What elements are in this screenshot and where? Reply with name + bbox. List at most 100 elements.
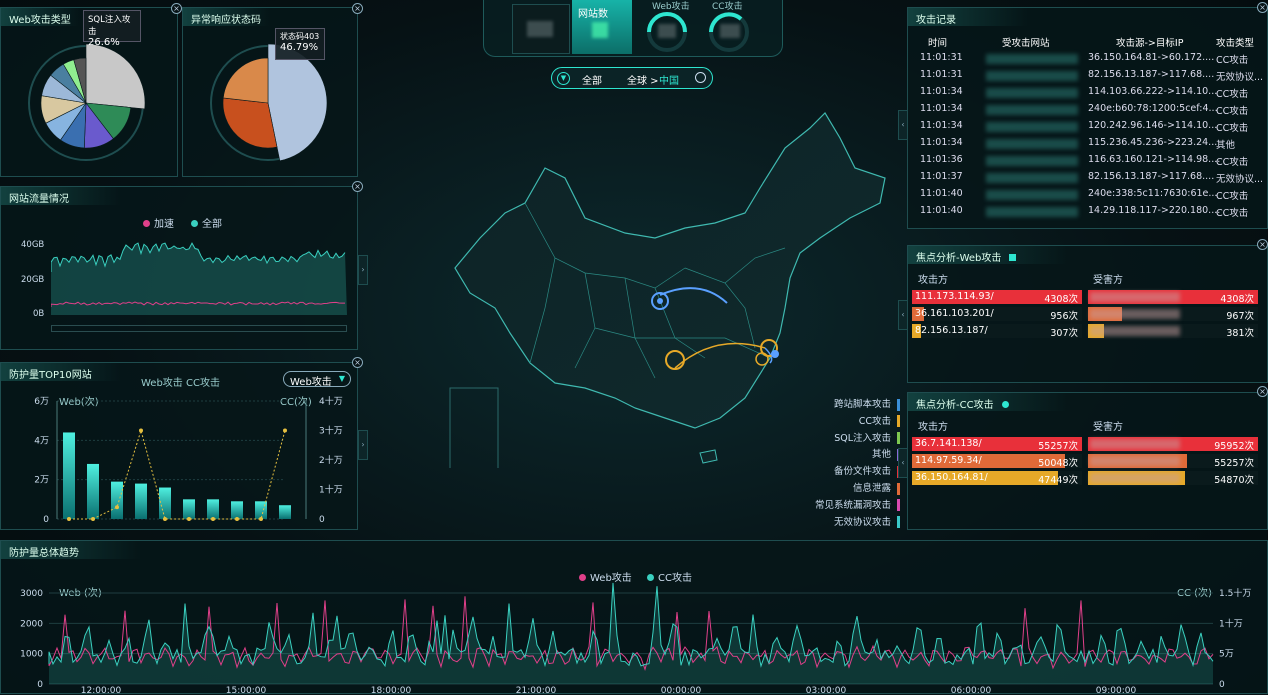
close-icon[interactable]: ×	[171, 3, 182, 14]
cc-point	[283, 429, 287, 433]
bar	[279, 505, 291, 519]
region-global[interactable]: 全球 >	[627, 72, 659, 87]
top10-panel: 防护量TOP10网站 Web攻击 CC攻击 Web攻击 ▼ Web(次) CC(…	[0, 362, 358, 530]
victim-row[interactable]: 4308次	[1088, 290, 1258, 304]
tooltip-name: 状态码403	[280, 31, 320, 42]
victim-row[interactable]: 381次	[1088, 324, 1258, 338]
search-icon[interactable]	[695, 72, 706, 83]
region-all[interactable]: 全部	[582, 72, 602, 87]
close-icon[interactable]: ×	[352, 181, 363, 192]
close-icon[interactable]: ×	[352, 3, 363, 14]
pie-tooltip: 状态码403 46.79%	[275, 28, 325, 60]
cc-point	[163, 517, 167, 521]
table-row[interactable]: 11:01:31 36.150.164.81->60.172.... CC攻击	[908, 52, 1267, 68]
legend-item[interactable]: 信息泄露	[853, 480, 900, 495]
hainan	[700, 450, 717, 463]
site-count-tab[interactable]: 网站数	[572, 0, 632, 54]
bar	[255, 501, 267, 519]
status-code-pie	[183, 8, 359, 178]
left-tick: 2万	[34, 476, 49, 486]
attacker-row[interactable]: 114.97.59.34/50048次	[912, 454, 1082, 468]
cc-point	[259, 517, 263, 521]
bar	[231, 501, 243, 519]
table-row[interactable]: 11:01:34 240e:b60:78:1200:5cef:4... CC攻击	[908, 103, 1267, 119]
left-tick: 4万	[34, 436, 49, 446]
web-attack-gauge[interactable]: Web攻击	[636, 0, 698, 54]
y-tick: 20GB	[21, 275, 44, 285]
table-row[interactable]: 11:01:36 116.63.160.121->114.98.... CC攻击	[908, 154, 1267, 170]
table-row[interactable]: 11:01:34 120.242.96.146->114.10... CC攻击	[908, 120, 1267, 136]
cc-attack-gauge[interactable]: CC攻击	[702, 0, 764, 54]
site-count-card[interactable]	[512, 4, 570, 54]
attacker-row[interactable]: 82.156.13.187/307次	[912, 324, 1082, 338]
right-tick: 0	[1219, 680, 1225, 690]
legend-item[interactable]: CC攻击	[859, 413, 900, 428]
left-tick: 1000	[20, 650, 43, 660]
focus-web-panel: 焦点分析-Web攻击 攻击方 受害方 111.173.114.93/4308次 4…	[907, 245, 1268, 383]
expand-tab[interactable]: ›	[358, 255, 368, 285]
bar	[63, 432, 75, 519]
left-tick: 0	[43, 515, 49, 525]
victim-row[interactable]: 55257次	[1088, 454, 1258, 468]
cc-point	[115, 505, 119, 509]
legend-item[interactable]: SQL注入攻击	[834, 430, 900, 445]
legend-item[interactable]: 备份文件攻击	[834, 463, 900, 478]
region-china[interactable]: 中国	[659, 72, 679, 87]
table-row[interactable]: 11:01:31 82.156.13.187->117.68.... 无效协议...	[908, 69, 1267, 85]
bar	[87, 464, 99, 519]
attacker-row[interactable]: 36.7.141.138/55257次	[912, 437, 1082, 451]
panel-title: 网站流量情况	[1, 187, 121, 205]
table-row[interactable]: 11:01:40 240e:338:5c11:7630:61e... CC攻击	[908, 188, 1267, 204]
cc-point	[211, 517, 215, 521]
tooltip-name: SQL注入攻击	[88, 13, 136, 37]
close-icon[interactable]: ×	[1257, 2, 1268, 13]
header-type: 攻击类型	[1216, 35, 1254, 49]
tooltip-pct: 26.6%	[88, 37, 136, 48]
header-ip: 攻击源->目标IP	[1116, 35, 1183, 49]
south-china-sea-inset	[450, 388, 498, 468]
expand-tab[interactable]: ›	[358, 430, 368, 460]
bar	[111, 482, 123, 519]
close-icon[interactable]: ×	[1257, 239, 1268, 250]
table-row[interactable]: 11:01:37 82.156.13.187->117.68.... 无效协议...	[908, 171, 1267, 187]
right-tick: 1.5十万	[1219, 587, 1251, 599]
trend-chart: 30002000100001.5十万1十万5万012:00:00 15:00:00…	[1, 541, 1268, 695]
legend-item[interactable]: 常见系统漏洞攻击	[815, 497, 900, 512]
legend-item[interactable]: 跨站脚本攻击	[834, 396, 900, 411]
legend-item[interactable]: 其他	[872, 446, 900, 461]
cc-area	[49, 583, 1213, 684]
left-tick: 0	[37, 680, 43, 690]
attacker-row[interactable]: 111.173.114.93/4308次	[912, 290, 1082, 304]
y-tick: 0B	[33, 309, 44, 319]
table-row[interactable]: 11:01:34 115.236.45.236->223.24... 其他	[908, 137, 1267, 153]
cc-point	[67, 517, 71, 521]
trend-panel: 防护量总体趋势 Web攻击 CC攻击 Web (次) CC (次) 3000 20…	[0, 540, 1268, 694]
close-icon[interactable]: ×	[352, 357, 363, 368]
traffic-scrollbar[interactable]	[51, 325, 347, 332]
victim-row[interactable]: 95952次	[1088, 437, 1258, 451]
legend-item[interactable]: 无效协议攻击	[834, 514, 900, 529]
cc-line	[69, 431, 285, 520]
table-row[interactable]: 11:01:40 14.29.118.117->220.180.... CC攻击	[908, 205, 1267, 221]
status-code-panel: 异常响应状态码 状态码403 46.79%	[182, 7, 358, 177]
panel-title: 焦点分析-Web攻击	[908, 246, 1068, 264]
table-row[interactable]: 11:01:34 114.103.66.222->114.10... CC攻击	[908, 86, 1267, 102]
attacker-row[interactable]: 36.161.103.201/956次	[912, 307, 1082, 321]
site-count-label: 网站数	[578, 5, 608, 20]
attacker-row[interactable]: 36.150.164.81/47449次	[912, 471, 1082, 485]
cc-point	[91, 517, 95, 521]
region-selector[interactable]: ▼ 全部 全球 > 中国	[551, 67, 713, 89]
victim-label: 受害方	[1093, 418, 1123, 433]
victim-row[interactable]: 54870次	[1088, 471, 1258, 485]
y-tick: 40GB	[21, 240, 44, 250]
right-tick: 5万	[1219, 650, 1234, 660]
attack-log-panel: 攻击记录 时间 受攻击网站 攻击源->目标IP 攻击类型 11:01:31 36.…	[907, 7, 1268, 229]
left-tick: 3000	[20, 589, 43, 599]
chevron-down-icon[interactable]: ▼	[557, 72, 570, 85]
table-header: 时间 受攻击网站 攻击源->目标IP 攻击类型	[908, 35, 1267, 51]
right-tick: 0	[319, 515, 325, 525]
victim-label: 受害方	[1093, 271, 1123, 286]
victim-row[interactable]: 967次	[1088, 307, 1258, 321]
close-icon[interactable]: ×	[1257, 386, 1268, 397]
left-tick: 6万	[34, 397, 49, 407]
